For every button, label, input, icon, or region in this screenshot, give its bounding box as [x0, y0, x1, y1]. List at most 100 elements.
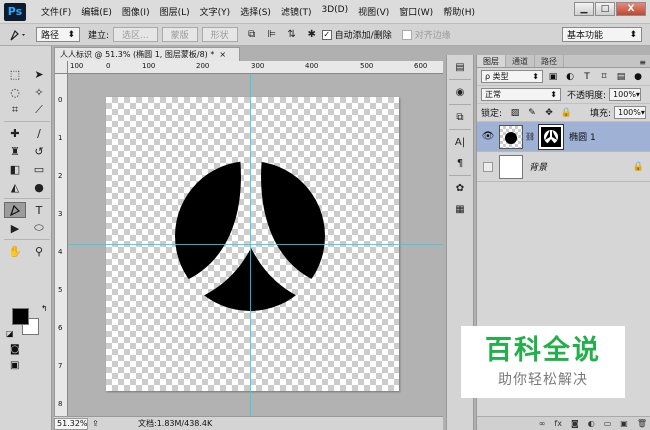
document-size-info[interactable]: 文档:1.83M/438.4K	[138, 418, 212, 429]
make-selection-button[interactable]: 选区...	[113, 27, 158, 42]
stamp-tool-icon[interactable]: ♜	[4, 143, 26, 159]
make-shape-button[interactable]: 形状	[201, 27, 238, 42]
menu-view[interactable]: 视图(V)	[353, 5, 394, 18]
link-layers-icon[interactable]: ∞	[539, 419, 546, 428]
path-arrangement-icon[interactable]: ⇅	[284, 27, 300, 43]
filter-adjustment-icon[interactable]: ◐	[563, 70, 577, 83]
add-mask-icon[interactable]: ◙	[571, 419, 579, 428]
layer-row-ellipse[interactable]: 👁 ⛓ 椭圆 1	[477, 122, 650, 152]
lock-position-icon[interactable]: ✥	[542, 106, 556, 119]
default-colors-icon[interactable]: ◪	[6, 329, 14, 338]
vertical-ruler[interactable]: 0 1 2 3 4 5 6 7 8	[55, 74, 68, 416]
trash-icon[interactable]: 🗑	[637, 419, 647, 428]
menu-image[interactable]: 图像(I)	[117, 5, 155, 18]
move-tool-icon[interactable]: ➤	[28, 66, 50, 82]
hand-tool-icon[interactable]: ✋	[4, 243, 26, 259]
menu-layer[interactable]: 图层(L)	[155, 5, 195, 18]
workspace-select[interactable]: 基本功能 ⬍	[562, 27, 642, 42]
close-tab-icon[interactable]: ×	[219, 50, 226, 59]
layer-name[interactable]: 背景	[529, 160, 547, 173]
menu-window[interactable]: 窗口(W)	[394, 5, 438, 18]
close-button[interactable]: X	[616, 2, 646, 16]
menu-select[interactable]: 选择(S)	[235, 5, 276, 18]
menu-file[interactable]: 文件(F)	[36, 5, 76, 18]
menu-help[interactable]: 帮助(H)	[438, 5, 480, 18]
blend-mode-select[interactable]: 正常 ⬍	[481, 88, 561, 101]
crop-tool-icon[interactable]: ⌗	[4, 102, 26, 118]
layer-name[interactable]: 椭圆 1	[569, 130, 596, 143]
horizontal-ruler[interactable]: 100 0 100 200 300 400 500 600	[68, 61, 443, 74]
filter-smart-object-icon[interactable]: ▤	[614, 70, 628, 83]
type-tool-icon[interactable]: T	[28, 202, 50, 218]
layer-thumbnail[interactable]	[499, 154, 523, 179]
gear-icon[interactable]: ✱	[304, 27, 320, 43]
path-alignment-icon[interactable]: ⊫	[264, 27, 280, 43]
tab-paths[interactable]: 路径	[535, 55, 564, 67]
make-mask-button[interactable]: 蒙版	[161, 27, 198, 42]
pen-tool-preset-icon[interactable]	[4, 26, 32, 44]
new-group-icon[interactable]: ▭	[604, 419, 612, 428]
ellipse-tool-icon[interactable]: ⬭	[28, 220, 50, 236]
horizontal-guide[interactable]	[68, 244, 443, 245]
tab-layers[interactable]: 图层	[477, 55, 506, 67]
lock-all-icon[interactable]: 🔒	[559, 106, 573, 119]
history-panel-icon[interactable]: ▤	[449, 58, 471, 76]
dodge-tool-icon[interactable]: ●	[28, 179, 50, 195]
vertical-guide[interactable]	[250, 74, 251, 416]
path-operations-icon[interactable]: ⧉	[244, 27, 260, 43]
screen-mode-icon[interactable]: ▣	[10, 360, 19, 371]
history-brush-tool-icon[interactable]: ↺	[28, 143, 50, 159]
brush-tool-icon[interactable]: ∕	[28, 125, 50, 141]
align-edges-checkbox[interactable]: 对齐边缘	[401, 28, 451, 41]
document-canvas-area[interactable]: 100 0 100 200 300 400 500 600 0 1 2 3 4 …	[54, 61, 443, 416]
eraser-tool-icon[interactable]: ◧	[4, 161, 26, 177]
filter-type-icon[interactable]: T	[580, 70, 594, 83]
document-tab[interactable]: 人人标识 @ 51.3% (椭圆 1, 图层蒙板/8) * ×	[54, 47, 240, 61]
layer-mask-thumbnail[interactable]	[538, 123, 565, 150]
character-panel-icon[interactable]: A|	[449, 133, 471, 151]
mask-link-icon[interactable]: ⛓	[525, 132, 535, 141]
ruler-origin[interactable]	[55, 61, 68, 74]
zoom-tool-icon[interactable]: ⚲	[28, 243, 50, 259]
zoom-level-field[interactable]: 51.32%	[54, 417, 88, 430]
lock-pixels-icon[interactable]: ✎	[525, 106, 539, 119]
filter-pixel-icon[interactable]: ▣	[546, 70, 560, 83]
menu-type[interactable]: 文字(Y)	[195, 5, 236, 18]
swap-colors-icon[interactable]: ↰	[41, 304, 48, 313]
visibility-toggle[interactable]	[483, 161, 493, 172]
adjustment-layer-icon[interactable]: ◐	[588, 419, 595, 428]
eye-icon[interactable]: 👁	[481, 130, 495, 144]
layer-style-icon[interactable]: fx	[554, 419, 562, 428]
filter-shape-icon[interactable]: ⌑	[597, 70, 611, 83]
fill-field[interactable]: 100% ▾	[614, 106, 646, 119]
maximize-button[interactable]: □	[595, 2, 615, 16]
gradient-tool-icon[interactable]: ▭	[28, 161, 50, 177]
magic-wand-tool-icon[interactable]: ✧	[28, 84, 50, 100]
blur-tool-icon[interactable]: ◭	[4, 179, 26, 195]
new-layer-icon[interactable]: ▣	[620, 419, 628, 428]
paragraph-panel-icon[interactable]: ¶	[449, 154, 471, 172]
filter-toggle-icon[interactable]: ●	[631, 70, 645, 83]
lock-transparent-icon[interactable]: ▨	[508, 106, 522, 119]
share-icon[interactable]: ⇪	[92, 419, 104, 428]
opacity-field[interactable]: 100% ▾	[609, 88, 642, 101]
pen-mode-select[interactable]: 路径 ⬍	[36, 27, 80, 42]
layer-filter-select[interactable]: ρ 类型 ⬍	[481, 70, 543, 83]
lasso-tool-icon[interactable]: ◌	[4, 84, 26, 100]
marquee-tool-icon[interactable]: ⬚	[4, 66, 26, 82]
adjustments-panel-icon[interactable]: ◉	[449, 83, 471, 101]
eyedropper-tool-icon[interactable]: ⟋	[28, 102, 50, 118]
layer-row-background[interactable]: 背景 🔒	[477, 152, 650, 182]
foreground-color-swatch[interactable]	[12, 308, 29, 325]
pen-tool-icon[interactable]	[4, 202, 26, 218]
path-selection-tool-icon[interactable]: ▶	[4, 220, 26, 236]
tab-channels[interactable]: 通道	[506, 55, 535, 67]
menu-edit[interactable]: 编辑(E)	[76, 5, 117, 18]
quick-mask-icon[interactable]: ◙	[10, 344, 20, 355]
healing-brush-tool-icon[interactable]: ✚	[4, 125, 26, 141]
properties-panel-icon[interactable]: ⧉	[449, 108, 471, 126]
swatches-panel-icon[interactable]: ✿	[449, 179, 471, 197]
styles-panel-icon[interactable]: ▦	[449, 200, 471, 218]
layer-thumbnail[interactable]	[499, 124, 523, 149]
menu-filter[interactable]: 滤镜(T)	[276, 5, 317, 18]
